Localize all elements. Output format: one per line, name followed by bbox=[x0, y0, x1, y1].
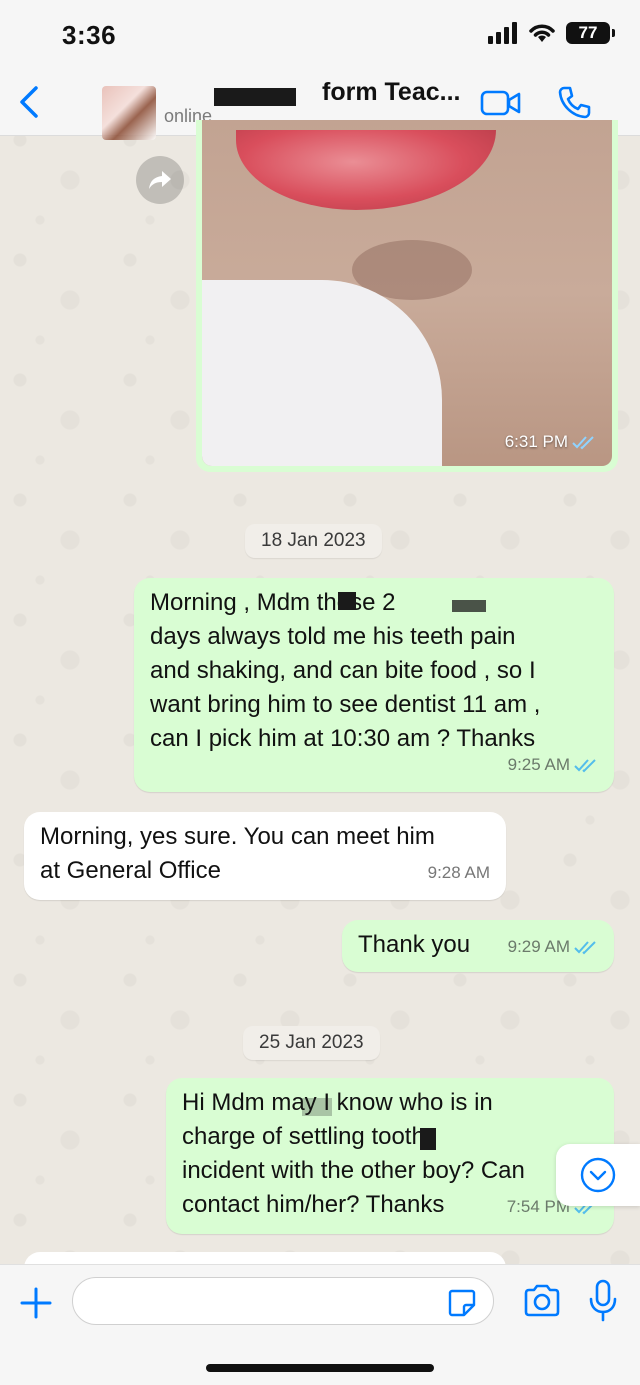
redacted-name bbox=[338, 592, 356, 610]
sticker-icon[interactable] bbox=[446, 1287, 478, 1319]
home-indicator[interactable] bbox=[206, 1364, 434, 1372]
message-timestamp: 9:28 AM bbox=[427, 863, 490, 882]
date-separator: 25 Jan 2023 bbox=[243, 1026, 380, 1060]
forward-icon bbox=[149, 171, 171, 189]
chevron-down-icon bbox=[580, 1157, 616, 1193]
video-call-icon[interactable] bbox=[480, 88, 522, 118]
plus-icon[interactable] bbox=[18, 1285, 54, 1321]
scroll-to-bottom-button[interactable] bbox=[556, 1144, 640, 1206]
photo-timestamp: 6:31 PM bbox=[504, 432, 568, 451]
message-timestamp: 9:29 AM bbox=[507, 937, 570, 956]
redacted-name bbox=[452, 600, 486, 612]
status-bar: 3:36 77 bbox=[0, 0, 640, 70]
status-time: 3:36 bbox=[62, 20, 117, 50]
date-separator: 18 Jan 2023 bbox=[245, 524, 382, 558]
image-message[interactable]: 6:31 PM bbox=[196, 120, 618, 472]
message-input[interactable] bbox=[72, 1277, 494, 1325]
message-photo[interactable]: 6:31 PM bbox=[202, 120, 612, 466]
photo-shirt bbox=[202, 280, 442, 466]
double-check-icon bbox=[572, 436, 594, 450]
message-meta: 9:29 AM bbox=[508, 930, 598, 964]
camera-icon[interactable] bbox=[522, 1283, 562, 1319]
outgoing-message[interactable]: Hi Mdm may I know who is in charge of se… bbox=[166, 1078, 614, 1234]
contact-name[interactable]: form Teac... bbox=[322, 78, 460, 107]
message-timestamp: 9:25 AM bbox=[507, 755, 570, 774]
photo-lip bbox=[236, 130, 496, 210]
message-meta: 9:25 AM bbox=[508, 748, 598, 782]
avatar[interactable] bbox=[102, 86, 156, 140]
redacted-name bbox=[214, 88, 296, 106]
microphone-icon[interactable] bbox=[588, 1279, 618, 1323]
double-check-icon bbox=[574, 941, 596, 955]
redacted-name bbox=[302, 1098, 332, 1116]
status-icons: 77 bbox=[488, 22, 615, 44]
outgoing-message[interactable]: Thank you 9:29 AM bbox=[342, 920, 614, 972]
redacted-name bbox=[420, 1128, 436, 1150]
message-text: Morning, yes sure. You can meet him at G… bbox=[40, 823, 435, 884]
battery-indicator: 77 bbox=[566, 22, 615, 44]
wifi-icon bbox=[529, 24, 555, 42]
outgoing-message[interactable]: Morning , Mdm these 2 days always told m… bbox=[134, 578, 614, 792]
incoming-message[interactable]: Morning, yes sure. You can meet him at G… bbox=[24, 812, 506, 900]
phone-icon[interactable] bbox=[556, 84, 592, 120]
forward-button[interactable] bbox=[136, 156, 184, 204]
message-meta: 9:28 AM bbox=[428, 856, 490, 890]
back-chevron-icon[interactable] bbox=[14, 84, 48, 120]
double-check-icon bbox=[574, 759, 596, 773]
signal-icon bbox=[488, 22, 517, 44]
message-time: 6:31 PM bbox=[505, 432, 596, 452]
message-text: Morning , Mdm these 2 days always told m… bbox=[150, 589, 541, 752]
